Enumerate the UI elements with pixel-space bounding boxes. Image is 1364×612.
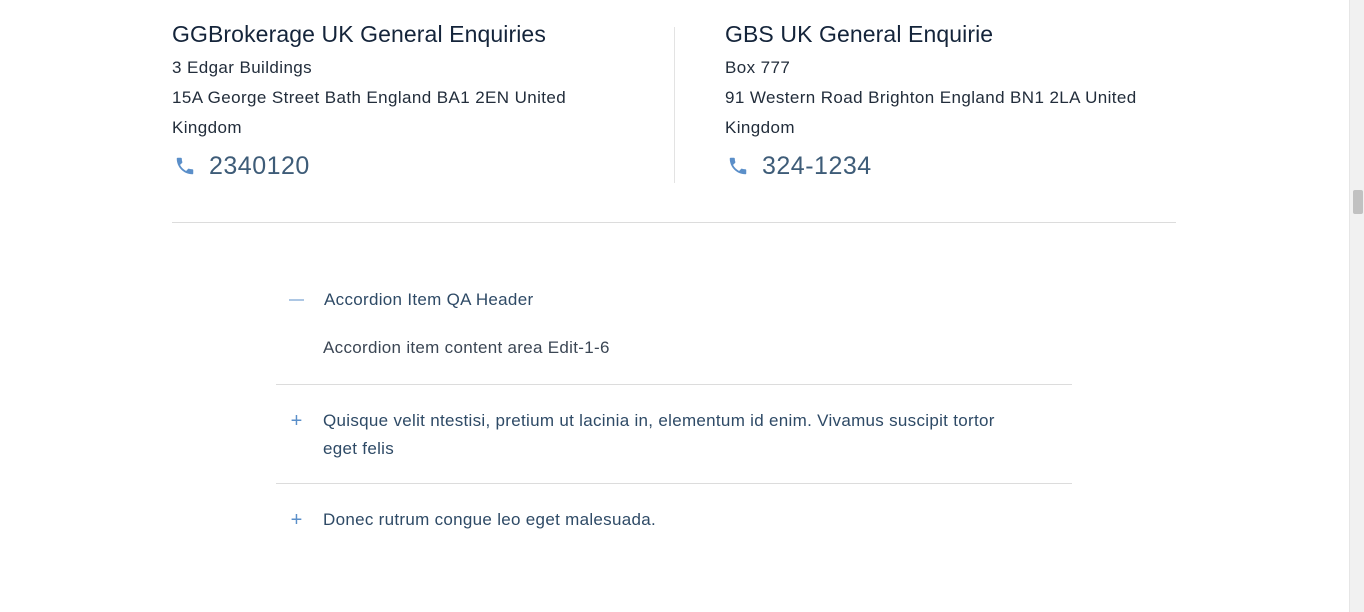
address-line: 3 Edgar Buildings: [172, 58, 313, 77]
scrollbar-thumb[interactable]: [1353, 190, 1363, 214]
accordion-title[interactable]: Donec rutrum congue leo eget malesuada.: [323, 506, 656, 534]
address-line: Box 777: [725, 58, 791, 77]
accordion-item: + Donec rutrum congue leo eget malesuada…: [276, 484, 1072, 554]
accordion-header[interactable]: — Accordion Item QA Header: [276, 286, 1072, 314]
accordion-title-line: Quisque velit ntestisi, pretium ut lacin…: [323, 411, 995, 430]
phone-icon: [727, 155, 749, 177]
page: GGBrokerage UK General Enquiries 3 Edgar…: [0, 0, 1364, 612]
address-line: Kingdom: [725, 118, 795, 137]
address-line: 91 Western Road Brighton England BN1 2LA…: [725, 88, 1137, 107]
phone-number-link[interactable]: 324-1234: [762, 149, 872, 183]
address-line: Kingdom: [172, 118, 242, 137]
accordion-title[interactable]: Accordion Item QA Header: [324, 286, 533, 314]
address-line: 15A George Street Bath England BA1 2EN U…: [172, 88, 567, 107]
collapse-icon[interactable]: —: [276, 286, 323, 314]
accordion-header[interactable]: + Donec rutrum congue leo eget malesuada…: [276, 506, 1072, 534]
phone-row: 2340120: [172, 149, 632, 183]
phone-row: 324-1234: [725, 149, 1165, 183]
accordion-title[interactable]: Quisque velit ntestisi, pretium ut lacin…: [323, 407, 995, 463]
contact-section: GGBrokerage UK General Enquiries 3 Edgar…: [172, 0, 1176, 223]
contact-card-ggbrokerage: GGBrokerage UK General Enquiries 3 Edgar…: [172, 18, 632, 183]
accordion: — Accordion Item QA Header Accordion ite…: [276, 270, 1072, 554]
accordion-title-line: eget felis: [323, 439, 395, 458]
contact-card-gbs: GBS UK General Enquirie Box 777 91 Weste…: [725, 18, 1165, 183]
accordion-content: Accordion item content area Edit-1-6: [323, 338, 610, 357]
accordion-header[interactable]: + Quisque velit ntestisi, pretium ut lac…: [276, 407, 1072, 463]
expand-icon[interactable]: +: [276, 506, 323, 534]
phone-icon: [174, 155, 196, 177]
expand-icon[interactable]: +: [276, 407, 323, 435]
contact-address: Box 777 91 Western Road Brighton England…: [725, 53, 1165, 143]
contact-title: GGBrokerage UK General Enquiries: [172, 21, 546, 47]
accordion-item: — Accordion Item QA Header Accordion ite…: [276, 270, 1072, 385]
contact-address: 3 Edgar Buildings 15A George Street Bath…: [172, 53, 632, 143]
accordion-item: + Quisque velit ntestisi, pretium ut lac…: [276, 385, 1072, 484]
scrollbar[interactable]: [1349, 0, 1364, 612]
phone-number-link[interactable]: 2340120: [209, 149, 310, 183]
contact-title: GBS UK General Enquirie: [725, 21, 994, 47]
vertical-divider: [674, 27, 675, 183]
